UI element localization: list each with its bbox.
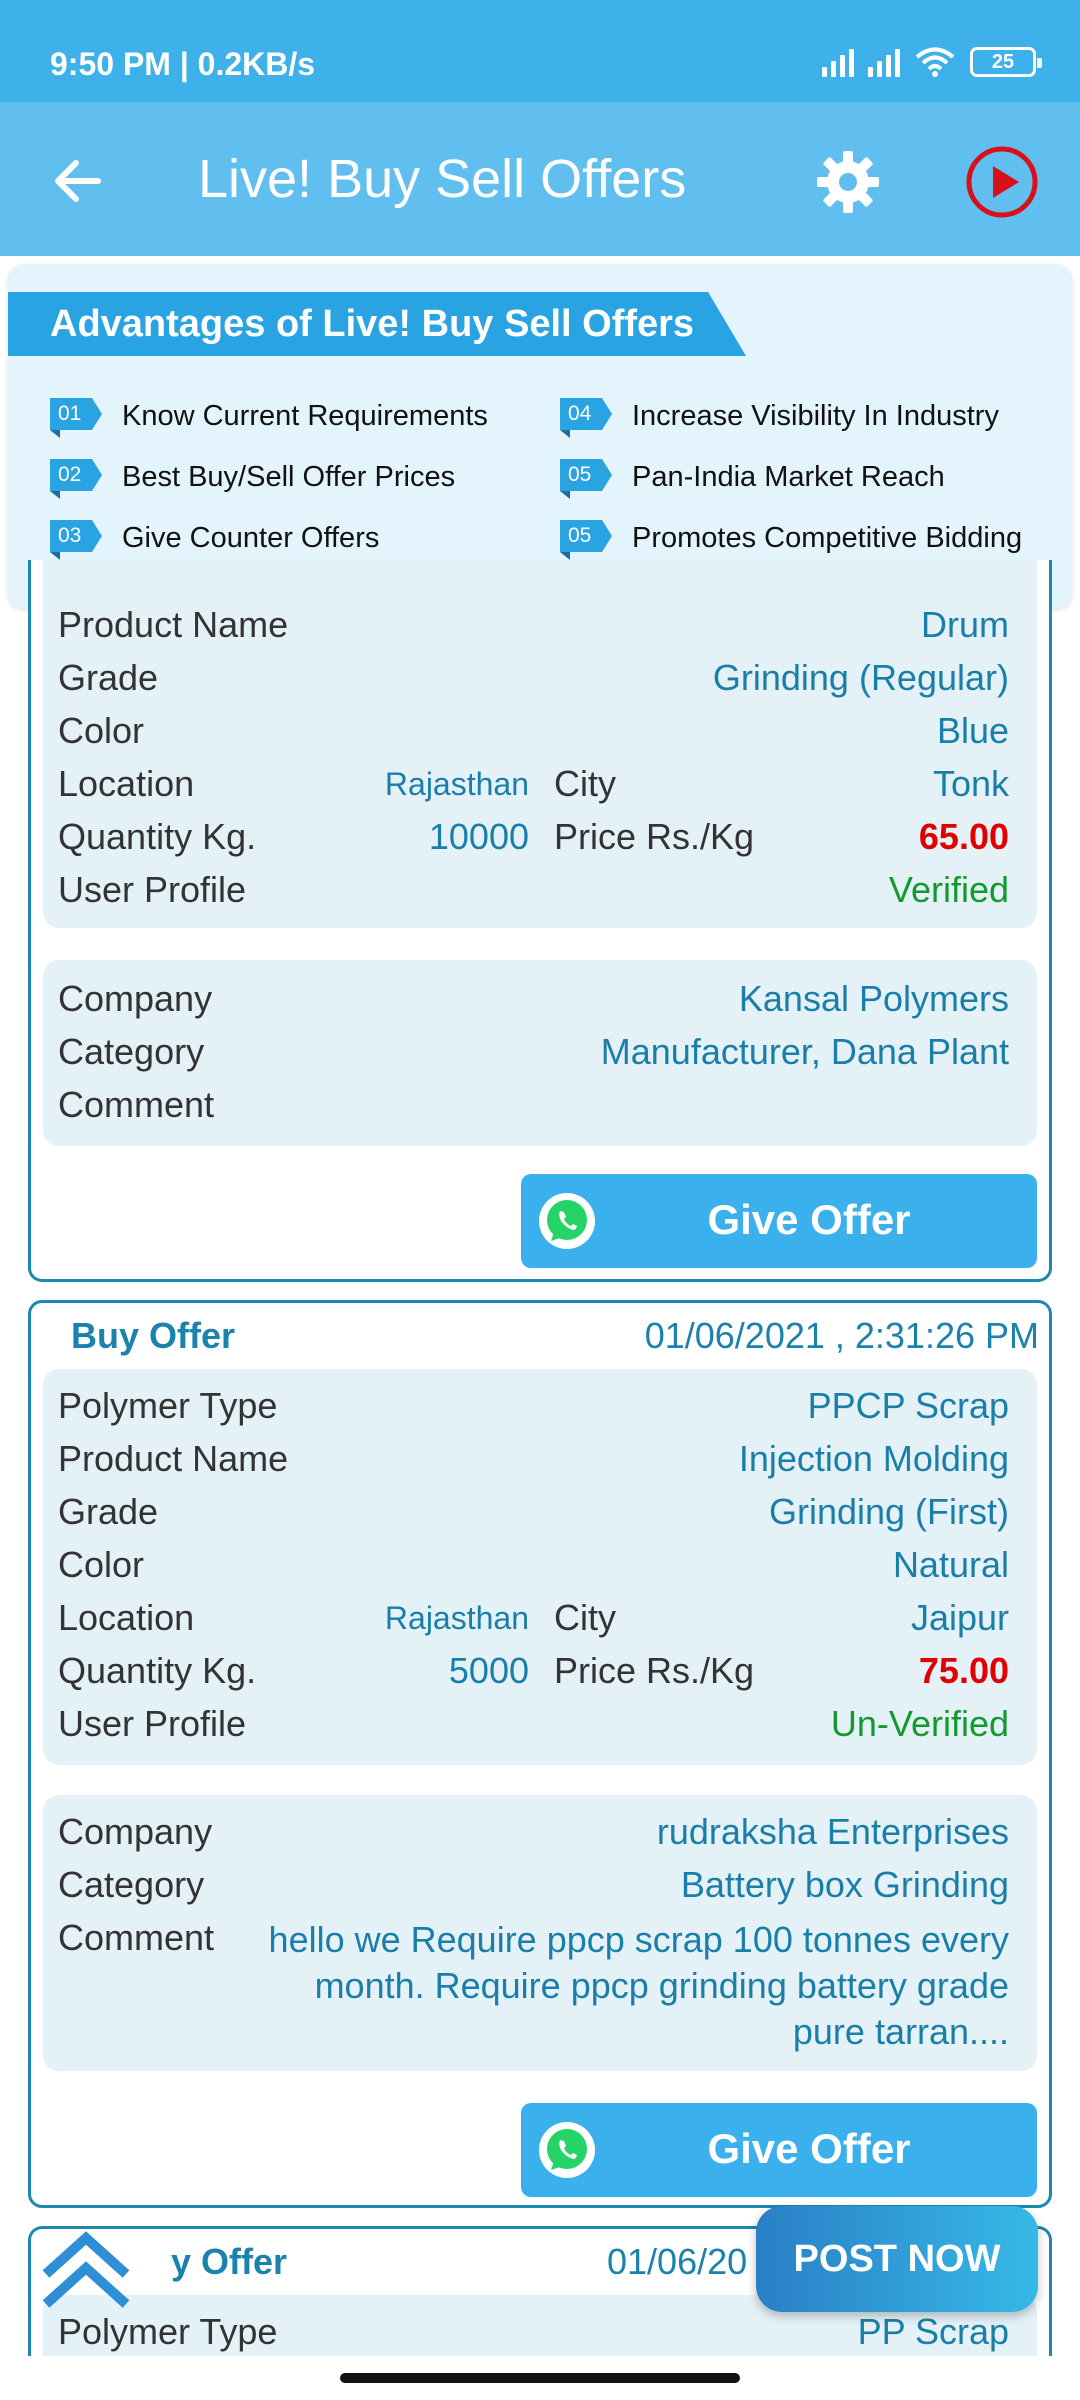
comment-row: Comment hello we Require ppcp scrap 100 … — [58, 1917, 1009, 2052]
color-row: Color Blue — [58, 710, 1009, 751]
scroll-top-button[interactable] — [40, 2228, 132, 2314]
offer-card: Buy Offer 01/06/2021 , 2:31:26 PM Polyme… — [28, 1300, 1052, 2208]
advantage-item: 04 Increase Visibility In Industry — [560, 398, 999, 438]
grade-row: Grade Grinding (Regular) — [58, 657, 1009, 698]
status-time: 9:50 PM | 0.2KB/s — [50, 46, 316, 82]
app-bar: Live! Buy Sell Offers — [0, 102, 1080, 256]
double-chevron-up-icon — [42, 2231, 130, 2308]
advantages-panel: Advantages of Live! Buy Sell Offers 01 K… — [8, 264, 1072, 608]
offer-card-header: Buy Offer 01/06/2021 , 2:31:26 PM — [31, 1303, 1049, 1363]
color-row: Color Natural — [58, 1544, 1009, 1585]
company-row: Company Kansal Polymers — [58, 978, 1009, 1019]
company-details: Company Kansal Polymers Category Manufac… — [43, 960, 1037, 1146]
advantages-title: Advantages of Live! Buy Sell Offers — [8, 292, 746, 356]
advantage-item: 03 Give Counter Offers — [50, 520, 379, 560]
location-row: Location Rajasthan City Tonk — [58, 763, 1009, 804]
number-badge-icon: 05 — [560, 459, 612, 499]
offer-type: y Offer — [171, 2241, 288, 2282]
comment-row: Comment — [58, 1084, 215, 1125]
back-arrow-icon — [55, 160, 101, 202]
number-badge-icon: 05 — [560, 520, 612, 560]
number-badge-icon: 01 — [50, 398, 102, 438]
number-badge-icon: 03 — [50, 520, 102, 560]
page-title: Live! Buy Sell Offers — [198, 149, 687, 209]
status-bar: 9:50 PM | 0.2KB/s 25 — [0, 0, 1080, 102]
user-profile-row: User Profile Un-Verified — [58, 1703, 1009, 1744]
grade-row: Grade Grinding (First) — [58, 1491, 1009, 1532]
post-now-button[interactable]: POST NOW — [756, 2206, 1038, 2312]
battery-icon: 25 — [970, 47, 1042, 77]
offer-type: Buy Offer — [71, 1315, 236, 1356]
polymer-type-row: Polymer Type PPCP Scrap — [58, 1385, 1009, 1426]
back-button[interactable] — [42, 146, 112, 216]
give-offer-button[interactable]: Give Offer — [521, 1174, 1037, 1268]
number-badge-icon: 04 — [560, 398, 612, 438]
gesture-handle[interactable] — [340, 2373, 740, 2383]
video-play-button[interactable] — [962, 142, 1042, 222]
advantage-item: 05 Promotes Competitive Bidding — [560, 520, 1022, 560]
wifi-icon — [915, 47, 955, 77]
offer-date: 01/06/2021 , 2:31:26 PM — [644, 1315, 1039, 1356]
product-name-row: Product Name Injection Molding — [58, 1438, 1009, 1479]
advantage-item: 02 Best Buy/Sell Offer Prices — [50, 459, 455, 499]
signal-icon — [822, 47, 854, 77]
play-circle-icon — [966, 146, 1038, 218]
company-row: Company rudraksha Enterprises — [58, 1811, 1009, 1852]
give-offer-button[interactable]: Give Offer — [521, 2103, 1037, 2197]
settings-button[interactable] — [808, 142, 888, 222]
quantity-price-row: Quantity Kg. 5000 Price Rs./Kg 75.00 — [58, 1650, 1009, 1691]
advantage-item: 05 Pan-India Market Reach — [560, 459, 945, 499]
number-badge-icon: 02 — [50, 459, 102, 499]
offer-card: Product Name Drum Grade Grinding (Regula… — [28, 560, 1052, 1282]
user-profile-row: User Profile Verified — [58, 869, 1009, 910]
quantity-price-row: Quantity Kg. 10000 Price Rs./Kg 65.00 — [58, 816, 1009, 857]
product-details: Product Name Drum Grade Grinding (Regula… — [43, 560, 1037, 928]
company-details: Company rudraksha Enterprises Category B… — [43, 1795, 1037, 2071]
signal-icon — [868, 47, 900, 77]
advantage-item: 01 Know Current Requirements — [50, 398, 488, 438]
category-row: Category Battery box Grinding — [58, 1864, 1009, 1905]
product-name-row: Product Name Drum — [58, 604, 1009, 645]
gear-icon — [817, 151, 879, 213]
offer-date: 01/06/20 — [607, 2241, 748, 2282]
location-row: Location Rajasthan City Jaipur — [58, 1597, 1009, 1638]
status-icons: 25 — [822, 46, 1042, 78]
category-row: Category Manufacturer, Dana Plant — [58, 1031, 1009, 1072]
product-details: Polymer Type PPCP Scrap Product Name Inj… — [43, 1369, 1037, 1765]
